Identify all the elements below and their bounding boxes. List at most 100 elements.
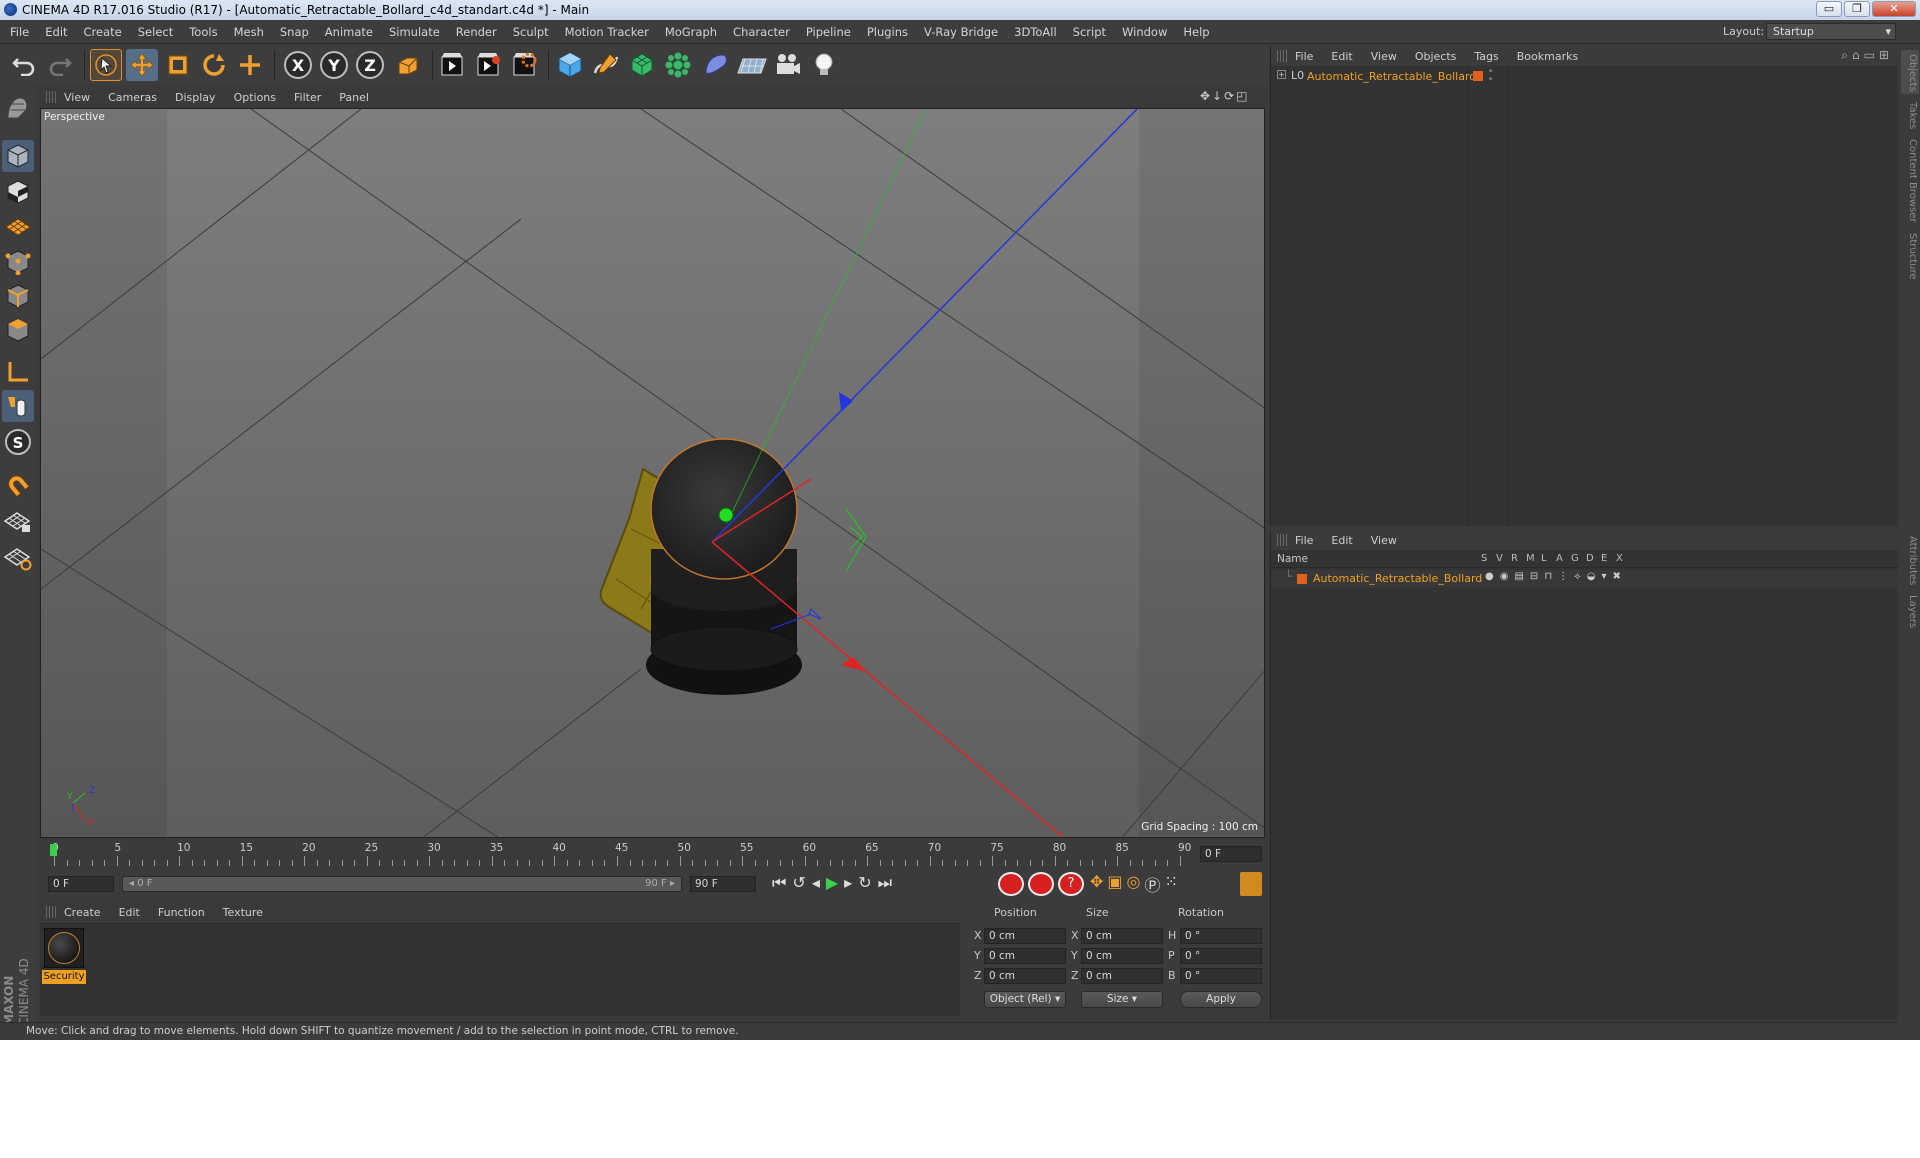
menu-file[interactable]: File — [2, 25, 37, 39]
viewport-nav-icons[interactable]: ✥↓⟳◰ — [1200, 89, 1264, 105]
rot-h-field[interactable]: 0 ° — [1180, 928, 1262, 944]
view-toggle-icon[interactable]: ◉ — [1500, 571, 1509, 582]
menu-3dtoall[interactable]: 3DToAll — [1006, 25, 1065, 39]
side-tab-takes[interactable]: Takes — [1902, 102, 1918, 129]
viewport-3d[interactable]: Y Z X Perspective Grid Spacing : 100 cm — [40, 108, 1265, 838]
object-menu-tags[interactable]: Tags — [1474, 50, 1498, 63]
solo-toggle-icon[interactable]: ● — [1485, 571, 1494, 582]
apply-button[interactable]: Apply — [1180, 991, 1262, 1008]
redo-icon[interactable] — [44, 49, 76, 81]
points-mode-icon[interactable] — [2, 246, 34, 278]
key-pla-icon[interactable]: ⁙ — [1165, 872, 1178, 896]
light-icon[interactable] — [808, 49, 840, 81]
magnet-icon[interactable] — [2, 468, 34, 500]
menu-create[interactable]: Create — [76, 25, 130, 39]
camera-icon[interactable] — [772, 49, 804, 81]
pen-spline-icon[interactable] — [590, 49, 622, 81]
object-row[interactable]: + L0 Automatic_Retractable_Bollard • • — [1271, 68, 1899, 86]
layer-menu-file[interactable]: File — [1295, 534, 1313, 547]
go-to-start-icon[interactable]: ⏮ — [772, 873, 786, 897]
key-scale-icon[interactable]: ▣ — [1107, 872, 1122, 896]
object-menu-bookmarks[interactable]: Bookmarks — [1517, 50, 1578, 63]
layer-menu-edit[interactable]: Edit — [1331, 534, 1352, 547]
render-toggle-icon[interactable]: ▤ — [1514, 571, 1523, 582]
rotate-icon[interactable] — [198, 49, 230, 81]
x-axis-icon[interactable]: X — [282, 49, 314, 81]
edges-mode-icon[interactable] — [2, 280, 34, 312]
render-picture-viewer-icon[interactable] — [472, 49, 504, 81]
size-x-field[interactable]: 0 cm — [1081, 928, 1163, 944]
timeline-ruler[interactable]: 051015202530354045505560657075808590 0 F — [40, 840, 1266, 868]
layer-name[interactable]: Automatic_Retractable_Bollard — [1313, 572, 1482, 585]
menu-snap[interactable]: Snap — [272, 25, 317, 39]
auto-keying-icon[interactable] — [1028, 872, 1054, 896]
menu-simulate[interactable]: Simulate — [381, 25, 448, 39]
object-menu-objects[interactable]: Objects — [1415, 50, 1457, 63]
object-menu-edit[interactable]: Edit — [1331, 50, 1352, 63]
go-to-end-icon[interactable]: ⏭ — [878, 873, 892, 897]
size-y-field[interactable]: 0 cm — [1081, 948, 1163, 964]
object-menu-file[interactable]: File — [1295, 50, 1313, 63]
y-axis-icon[interactable]: Y — [318, 49, 350, 81]
object-menu-view[interactable]: View — [1371, 50, 1397, 63]
polygons-mode-icon[interactable] — [2, 314, 34, 346]
coordinate-mode-dropdown[interactable]: Object (Rel) ▾ — [984, 991, 1066, 1008]
cube-icon[interactable] — [554, 49, 586, 81]
viewport-menu-cameras[interactable]: Cameras — [108, 91, 157, 104]
side-tab-objects[interactable]: Objects — [1902, 54, 1918, 92]
side-tab-layers[interactable]: Layers — [1902, 595, 1918, 628]
material-menu-create[interactable]: Create — [64, 906, 101, 919]
menu-mograph[interactable]: MoGraph — [657, 25, 725, 39]
size-mode-dropdown[interactable]: Size ▾ — [1081, 991, 1163, 1008]
gizmo-center-handle[interactable] — [718, 507, 734, 523]
menu-window[interactable]: Window — [1114, 25, 1175, 39]
playhead[interactable] — [50, 844, 57, 856]
key-rotation-icon[interactable]: ◎ — [1127, 872, 1141, 896]
menu-plugins[interactable]: Plugins — [859, 25, 916, 39]
record-keys-icon[interactable] — [998, 872, 1024, 896]
object-mode-icon[interactable] — [2, 140, 34, 172]
material-menu-function[interactable]: Function — [158, 906, 205, 919]
layer-flag-toggles[interactable]: ● ◉ ▤ ⊟ ⊓ ⋮ ⟡ ◒ ▾ ✖ — [1485, 571, 1621, 582]
live-select-icon[interactable] — [234, 49, 266, 81]
menu-select[interactable]: Select — [130, 25, 181, 39]
menu-mesh[interactable]: Mesh — [226, 25, 272, 39]
viewport-menu-view[interactable]: View — [64, 91, 90, 104]
close-button[interactable]: ✕ — [1872, 1, 1916, 17]
workplane-icon[interactable] — [2, 210, 34, 242]
expressions-toggle-icon[interactable]: ▾ — [1601, 571, 1606, 582]
previous-frame-icon[interactable]: ◂ — [812, 873, 820, 897]
side-tab-attributes[interactable]: Attributes — [1902, 536, 1918, 585]
play-icon[interactable]: ▶ — [826, 873, 838, 897]
layer-color-swatch[interactable] — [1297, 574, 1307, 584]
cloner-icon[interactable] — [662, 49, 694, 81]
menu-edit[interactable]: Edit — [37, 25, 75, 39]
material-swatch[interactable]: Security — [42, 926, 86, 984]
material-menu-edit[interactable]: Edit — [119, 906, 140, 919]
key-parameter-icon[interactable]: Ⓟ — [1145, 872, 1161, 896]
viewport-menu-display[interactable]: Display — [175, 91, 216, 104]
viewport-scene[interactable]: Y Z X — [41, 109, 1265, 838]
side-tab-structure[interactable]: Structure — [1902, 233, 1918, 280]
viewport-menu-filter[interactable]: Filter — [294, 91, 321, 104]
manager-toggle-icon[interactable]: ⊟ — [1530, 571, 1538, 582]
range-slider[interactable]: ◂ 0 F 90 F ▸ — [122, 876, 682, 892]
animation-toggle-icon[interactable]: ⋮ — [1558, 571, 1568, 582]
next-key-icon[interactable]: ↻ — [858, 873, 871, 897]
deformer-icon[interactable] — [700, 49, 732, 81]
layout-dropdown[interactable]: Startup ▾ — [1766, 23, 1896, 40]
coordinate-system-icon[interactable] — [392, 49, 424, 81]
menu-help[interactable]: Help — [1175, 25, 1217, 39]
timeline-window-icon[interactable] — [1240, 872, 1262, 896]
tweak-icon[interactable] — [2, 390, 34, 422]
viewport-menu-options[interactable]: Options — [234, 91, 276, 104]
keyframe-selection-icon[interactable]: ? — [1058, 872, 1084, 896]
object-name[interactable]: Automatic_Retractable_Bollard — [1307, 70, 1476, 83]
z-axis-icon[interactable]: Z — [354, 49, 386, 81]
lock-toggle-icon[interactable]: ⊓ — [1544, 571, 1552, 582]
menu-animate[interactable]: Animate — [317, 25, 381, 39]
xref-toggle-icon[interactable]: ✖ — [1613, 571, 1621, 582]
select-arrow-icon[interactable] — [90, 49, 122, 81]
maximize-button[interactable]: ❐ — [1844, 1, 1870, 17]
rot-p-field[interactable]: 0 ° — [1180, 948, 1262, 964]
